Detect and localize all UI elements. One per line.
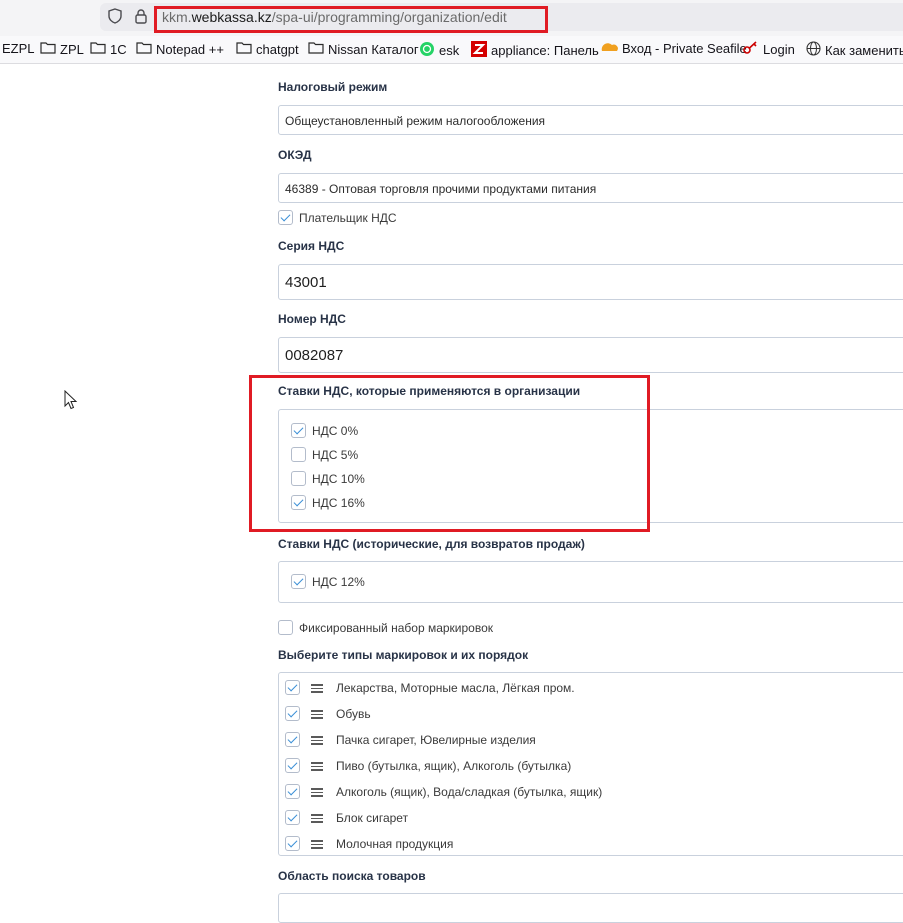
- bookmark-label: 1C: [110, 41, 127, 57]
- tax-regime-label: Налоговый режим: [278, 80, 388, 94]
- vat-series-value: 43001: [285, 274, 327, 291]
- marking-type-label: Лекарства, Моторные масла, Лёгкая пром.: [336, 681, 575, 695]
- bookmark-item[interactable]: ZPL: [40, 41, 84, 57]
- bookmark-item[interactable]: esk: [419, 41, 459, 60]
- bookmark-label: appliance: Панель: [491, 43, 599, 58]
- vat-payer-label: Плательщик НДС: [299, 211, 397, 225]
- drag-handle-icon[interactable]: [311, 736, 323, 745]
- marking-type-label: Алкоголь (ящик), Вода/сладкая (бутылка, …: [336, 785, 603, 799]
- folder-icon: [90, 41, 106, 57]
- bookmark-label: Как заменить в: [825, 42, 903, 58]
- tax-regime-value: Общеустановленный режим налогообложения: [285, 114, 546, 128]
- bookmark-item[interactable]: appliance: Панель: [471, 41, 599, 60]
- vat-number-value: 0082087: [285, 347, 344, 364]
- bookmark-item[interactable]: Login: [743, 41, 795, 58]
- marking-type-label: Пачка сигарет, Ювелирные изделия: [336, 733, 536, 747]
- drag-handle-icon[interactable]: [311, 788, 323, 797]
- bookmark-item[interactable]: chatgpt: [236, 41, 299, 57]
- url-highlight-annotation: [154, 6, 548, 33]
- mouse-cursor-icon: [64, 390, 78, 410]
- marking-types-label: Выберите типы маркировок и их порядок: [278, 648, 529, 662]
- vat-number-input[interactable]: 0082087: [278, 337, 903, 373]
- marking-type-label: Пиво (бутылка, ящик), Алкоголь (бутылка): [336, 759, 572, 773]
- key-icon: [743, 41, 759, 58]
- browser-toolbar: kkm.webkassa.kz/spa-ui/programming/organ…: [0, 0, 903, 36]
- marking-type-checkbox[interactable]: [285, 810, 300, 825]
- bookmark-label: EZPL: [2, 41, 35, 56]
- vat-historic-label: Ставки НДС (исторические, для возвратов …: [278, 537, 585, 551]
- marking-type-checkbox[interactable]: [285, 706, 300, 721]
- marking-type-checkbox[interactable]: [285, 836, 300, 851]
- shield-icon[interactable]: [108, 8, 122, 24]
- vat-series-input[interactable]: 43001: [278, 264, 903, 300]
- bookmark-item[interactable]: Nissan Каталог: [308, 41, 419, 57]
- vat-historic-box: [278, 561, 903, 603]
- okved-value: 46389 - Оптовая торговля прочими продукт…: [285, 182, 597, 196]
- bookmarks-bar: EZPL ZPL 1C Notepad ++ chatgpt Nissan Каталог…: [0, 36, 903, 64]
- folder-icon: [236, 41, 252, 57]
- marking-type-label: Молочная продукция: [336, 837, 454, 851]
- bookmark-label: esk: [439, 43, 460, 58]
- okved-label: ОКЭД: [278, 148, 312, 162]
- whatsapp-icon: [419, 41, 435, 60]
- seafile-icon: [600, 41, 618, 56]
- drag-handle-icon[interactable]: [311, 762, 323, 771]
- search-area-label: Область поиска товаров: [278, 869, 426, 883]
- vat-historic-rate-checkbox[interactable]: [291, 574, 306, 589]
- lock-icon[interactable]: [134, 8, 148, 24]
- fixed-markings-label: Фиксированный набор маркировок: [299, 621, 494, 635]
- bookmark-label: Вход - Private Seafile: [622, 41, 747, 56]
- vat-payer-checkbox[interactable]: [278, 210, 293, 225]
- bookmark-item[interactable]: Как заменить в: [806, 41, 903, 59]
- bookmark-label: chatgpt: [256, 41, 299, 57]
- vat-rates-highlight-annotation: [249, 375, 650, 532]
- folder-icon: [136, 41, 152, 57]
- okved-select[interactable]: 46389 - Оптовая торговля прочими продукт…: [278, 173, 903, 203]
- bookmark-label: ZPL: [60, 41, 84, 57]
- tax-regime-select[interactable]: Общеустановленный режим налогообложения: [278, 105, 903, 135]
- marking-type-checkbox[interactable]: [285, 732, 300, 747]
- drag-handle-icon[interactable]: [311, 684, 323, 693]
- folder-icon: [308, 41, 324, 57]
- marking-type-checkbox[interactable]: [285, 680, 300, 695]
- marking-type-checkbox[interactable]: [285, 784, 300, 799]
- marking-type-checkbox[interactable]: [285, 758, 300, 773]
- marking-type-label: Блок сигарет: [336, 811, 409, 825]
- fixed-markings-checkbox[interactable]: [278, 620, 293, 635]
- bookmark-label: Login: [763, 42, 795, 57]
- drag-handle-icon[interactable]: [311, 710, 323, 719]
- bookmark-label: Nissan Каталог: [328, 41, 419, 57]
- search-area-select[interactable]: [278, 893, 903, 923]
- vat-series-label: Серия НДС: [278, 239, 345, 253]
- globe-icon: [806, 41, 821, 59]
- vat-historic-rate-label: НДС 12%: [312, 575, 365, 589]
- vat-number-label: Номер НДС: [278, 312, 346, 326]
- folder-icon: [40, 41, 56, 57]
- marking-type-label: Обувь: [336, 707, 371, 721]
- bookmark-item[interactable]: Вход - Private Seafile: [600, 41, 747, 56]
- bookmark-item[interactable]: 1C: [90, 41, 127, 57]
- bookmark-item[interactable]: EZPL: [2, 41, 35, 56]
- bookmark-label: Notepad ++: [156, 41, 224, 57]
- drag-handle-icon[interactable]: [311, 814, 323, 823]
- zabbix-icon: [471, 41, 487, 60]
- drag-handle-icon[interactable]: [311, 840, 323, 849]
- bookmark-item[interactable]: Notepad ++: [136, 41, 224, 57]
